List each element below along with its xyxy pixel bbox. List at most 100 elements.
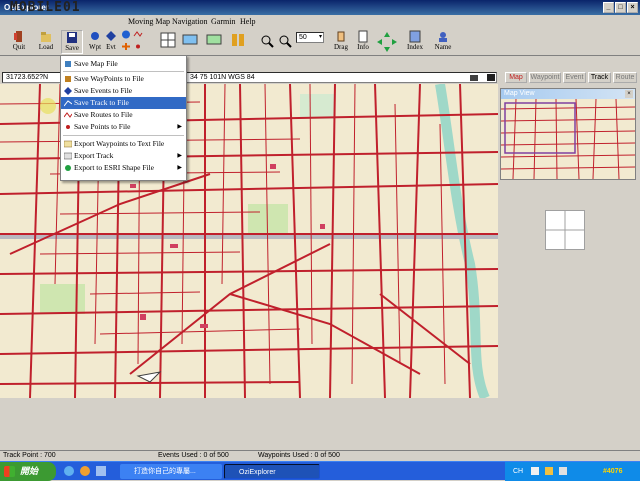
waypoint-icon bbox=[65, 76, 71, 82]
menu-item-label: Save Events to File bbox=[74, 86, 133, 95]
track-icon bbox=[64, 100, 72, 107]
menu-item-label: Export Waypoints to Text File bbox=[74, 139, 165, 148]
start-label: 開始 bbox=[20, 466, 39, 476]
task-browser-label: 打造你自己的專屬... bbox=[134, 468, 196, 475]
trace-icon[interactable] bbox=[133, 30, 143, 39]
menu-item-save-routes[interactable]: Save Routes to File bbox=[61, 109, 186, 121]
waypoint-label: Wpt bbox=[88, 43, 102, 51]
tray-ime-icon[interactable] bbox=[531, 467, 539, 475]
menu-item-export-waypoints-text[interactable]: Export Waypoints to Text File bbox=[61, 138, 186, 150]
grid-icon[interactable] bbox=[160, 32, 176, 48]
task-oziexplorer-label: OziExplorer bbox=[239, 469, 276, 476]
navigation-crosshair[interactable] bbox=[545, 210, 585, 250]
menu-item-export-esri[interactable]: Export to ESRI Shape File ▶ bbox=[61, 162, 186, 174]
chevron-down-icon: ▾ bbox=[318, 34, 322, 40]
route-icon[interactable] bbox=[230, 32, 246, 48]
submenu-arrow-icon: ▶ bbox=[177, 153, 182, 159]
menu-bar: Moving Map Navigation Garmin Help bbox=[0, 15, 640, 28]
menu-item-save-waypoints[interactable]: Save WayPoints to File bbox=[61, 73, 186, 85]
event-button[interactable]: Evt bbox=[104, 30, 118, 54]
index-label: Index bbox=[407, 43, 423, 51]
taskbar: 開始 打造你自己的專屬... OziExplorer CH #4076 bbox=[0, 461, 640, 481]
start-button[interactable]: 開始 bbox=[0, 462, 56, 481]
menu-separator bbox=[63, 135, 184, 136]
tab-waypoint[interactable]: Waypoint bbox=[529, 72, 561, 83]
menu-item-save-track[interactable]: Save Track to File bbox=[61, 97, 186, 109]
name-label: Name bbox=[434, 43, 452, 51]
quit-icon bbox=[14, 31, 22, 42]
event-icon bbox=[106, 31, 116, 41]
menu-item-save-map-file[interactable]: Save Map File bbox=[61, 58, 186, 70]
save-menu: Save Map File Save WayPoints to File Sav… bbox=[60, 55, 187, 181]
menu-item-label: Save WayPoints to File bbox=[74, 74, 144, 83]
zoom-value: 50 bbox=[299, 34, 307, 41]
plus-icon[interactable] bbox=[121, 42, 131, 51]
tray-language[interactable]: CH bbox=[513, 462, 523, 481]
menu-item-export-track[interactable]: Export Track ▶ bbox=[61, 150, 186, 162]
save-icon bbox=[67, 32, 77, 43]
menu-item-label: Export to ESRI Shape File bbox=[74, 163, 154, 172]
name-button[interactable]: Name bbox=[432, 30, 454, 54]
quicklaunch-desktop-icon[interactable] bbox=[96, 466, 106, 476]
menu-garmin[interactable]: Garmin bbox=[211, 15, 235, 28]
map-view-window[interactable]: Map View × bbox=[500, 88, 636, 180]
disk-icon[interactable] bbox=[486, 73, 496, 82]
print-icon[interactable] bbox=[469, 73, 479, 82]
tab-track[interactable]: Track bbox=[588, 72, 611, 83]
load-button[interactable]: Load bbox=[35, 30, 57, 54]
minimize-button[interactable]: _ bbox=[603, 2, 614, 13]
menu-item-label: Export Track bbox=[74, 151, 114, 160]
title-bar: OziExplorer MOBILE01 _ □ × bbox=[0, 0, 640, 15]
menu-separator bbox=[63, 71, 184, 72]
menu-item-label: Save Routes to File bbox=[74, 110, 133, 119]
tray-network-icon[interactable] bbox=[545, 467, 553, 475]
menu-moving-map[interactable]: Moving Map bbox=[128, 15, 170, 28]
menu-item-save-points[interactable]: Save Points to File ▶ bbox=[61, 121, 186, 133]
quicklaunch-media-icon[interactable] bbox=[80, 466, 90, 476]
status-track-points: Track Point : 700 bbox=[3, 452, 56, 459]
waypoint-button[interactable]: Wpt bbox=[87, 30, 103, 54]
maximize-button[interactable]: □ bbox=[615, 2, 626, 13]
tray-volume-icon[interactable] bbox=[559, 467, 567, 475]
tray-badge: #4076 bbox=[603, 468, 623, 475]
map-file-icon bbox=[65, 61, 71, 67]
drag-button[interactable]: Drag bbox=[330, 30, 352, 54]
task-oziexplorer[interactable]: OziExplorer bbox=[224, 464, 320, 479]
index-button[interactable]: Index bbox=[404, 30, 426, 54]
quit-button[interactable]: Quit bbox=[8, 30, 30, 54]
menu-navigation[interactable]: Navigation bbox=[172, 15, 208, 28]
zoom-out-icon[interactable] bbox=[278, 34, 292, 48]
menu-item-save-events[interactable]: Save Events to File bbox=[61, 85, 186, 97]
tab-route[interactable]: Route bbox=[613, 72, 637, 83]
event-label: Evt bbox=[106, 43, 116, 51]
map-view-close-icon[interactable]: × bbox=[625, 90, 633, 98]
zoom-select[interactable]: 50 ▾ bbox=[296, 32, 324, 43]
tracks-icon[interactable] bbox=[206, 32, 222, 48]
task-browser[interactable]: 打造你自己的專屬... bbox=[120, 464, 222, 479]
system-tray: CH #4076 bbox=[505, 462, 640, 481]
tab-map[interactable]: Map bbox=[505, 72, 527, 83]
point-icon[interactable] bbox=[133, 42, 143, 51]
right-panel: Map View × bbox=[498, 84, 640, 450]
track-icon[interactable] bbox=[121, 30, 131, 39]
event-icon bbox=[64, 87, 72, 95]
map-tools-icon[interactable] bbox=[182, 32, 198, 48]
close-button[interactable]: × bbox=[627, 2, 638, 13]
zoom-in-icon[interactable] bbox=[260, 34, 274, 48]
save-button[interactable]: Save bbox=[61, 30, 83, 54]
name-icon bbox=[439, 32, 447, 42]
menu-help[interactable]: Help bbox=[240, 15, 256, 28]
move-arrows-icon[interactable] bbox=[376, 31, 398, 53]
drag-label: Drag bbox=[334, 43, 348, 51]
menu-item-label: Save Points to File bbox=[74, 122, 131, 131]
quicklaunch-ie-icon[interactable] bbox=[64, 466, 74, 476]
coordinate-right: 34 75 101N WGS 84 bbox=[190, 74, 255, 81]
info-icon bbox=[358, 30, 368, 43]
windows-logo-icon bbox=[4, 466, 15, 477]
route-icon bbox=[64, 112, 72, 118]
load-label: Load bbox=[38, 43, 54, 51]
info-button[interactable]: Info bbox=[353, 30, 373, 54]
map-view-title: Map View bbox=[504, 90, 535, 97]
tab-event[interactable]: Event bbox=[563, 72, 586, 83]
export-waypoints-icon bbox=[64, 140, 72, 148]
